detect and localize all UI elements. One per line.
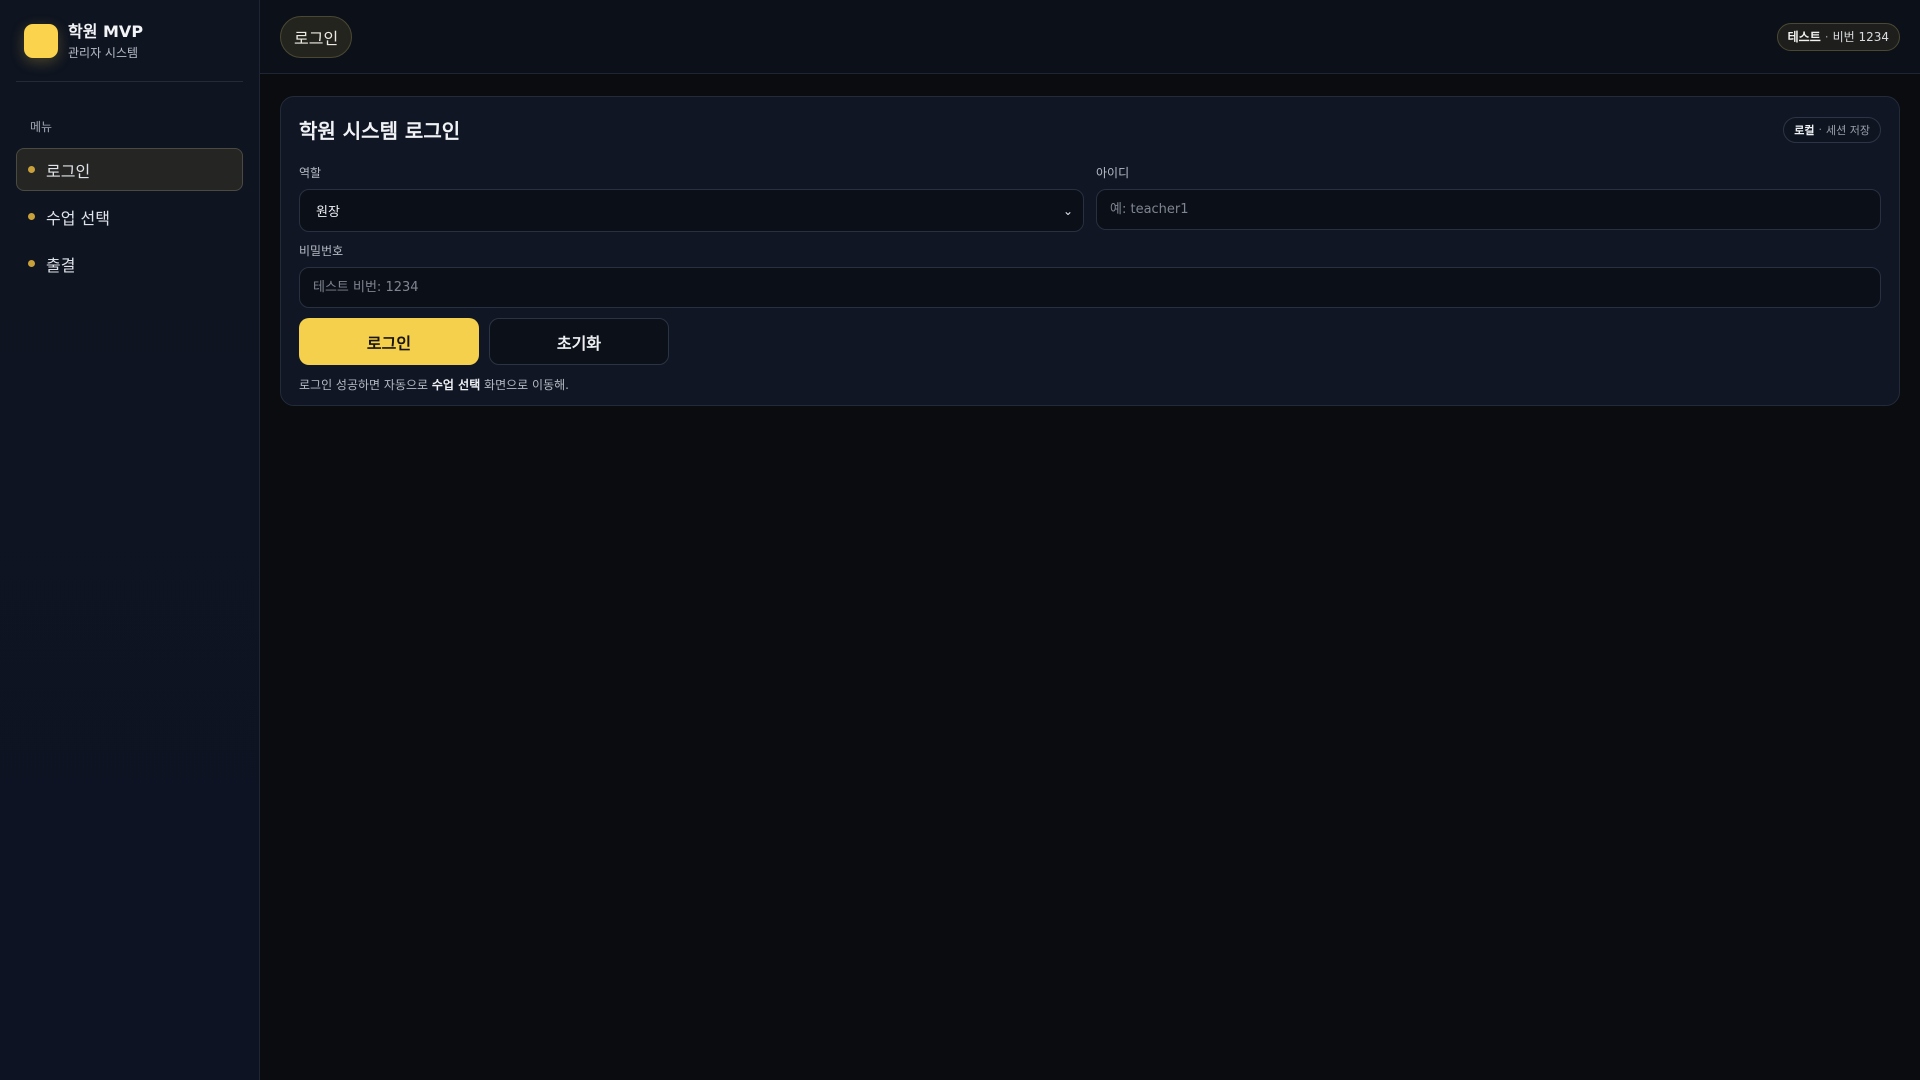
- sidebar-item-attendance[interactable]: 출결: [16, 242, 243, 285]
- card-header: 학원 시스템 로그인 로컬 · 세션 저장: [299, 115, 1881, 144]
- hint-after: 화면으로 이동해.: [480, 378, 569, 392]
- sidebar: 학원 MVP 관리자 시스템 메뉴 로그인 수업 선택 출결: [0, 0, 260, 1080]
- chevron-down-icon: ⌄: [1062, 203, 1073, 218]
- sidebar-item-label: 로그인: [46, 161, 91, 181]
- session-badge: 로컬 · 세션 저장: [1783, 116, 1881, 143]
- brand: 학원 MVP 관리자 시스템: [16, 0, 243, 82]
- brand-subtitle: 관리자 시스템: [68, 45, 139, 60]
- content: 학원 시스템 로그인 로컬 · 세션 저장 역할 원장 ⌄ 아이디 예: tea…: [260, 74, 1920, 428]
- reset-button[interactable]: 초기화: [489, 318, 669, 365]
- test-badge-strong: 테스트: [1787, 30, 1821, 44]
- password-field: 비밀번호: [299, 242, 1881, 308]
- session-badge-text: 세션 저장: [1826, 123, 1870, 137]
- page-title: 학원 시스템 로그인: [299, 119, 461, 143]
- role-select-value: 원장: [316, 205, 340, 220]
- login-button[interactable]: 로그인: [299, 318, 479, 365]
- brand-logo-icon: [24, 23, 58, 58]
- hint-strong: 수업 선택: [431, 378, 481, 392]
- bullet-dot-icon: [28, 213, 35, 220]
- bullet-dot-icon: [28, 166, 35, 173]
- id-field: 아이디: [1096, 164, 1881, 232]
- topbar: 로그인 테스트 · 비번 1234: [260, 0, 1920, 74]
- breadcrumb: 로그인: [280, 15, 353, 58]
- test-badge-separator: ·: [1824, 29, 1829, 44]
- session-badge-strong: 로컬: [1794, 123, 1815, 137]
- id-input[interactable]: [1096, 189, 1881, 230]
- sidebar-item-label: 출결: [46, 255, 76, 275]
- bullet-dot-icon: [28, 260, 35, 267]
- login-card: 학원 시스템 로그인 로컬 · 세션 저장 역할 원장 ⌄ 아이디 예: tea…: [280, 96, 1900, 406]
- role-id-row: 역할 원장 ⌄ 아이디: [299, 164, 1881, 232]
- id-label: 아이디: [1096, 166, 1130, 180]
- brand-text: 학원 MVP 관리자 시스템: [68, 22, 143, 60]
- sidebar-item-label: 수업 선택: [46, 208, 110, 228]
- main-area: 로그인 테스트 · 비번 1234 학원 시스템 로그인 로컬 · 세션 저장: [260, 0, 1920, 1080]
- app-root: 학원 MVP 관리자 시스템 메뉴 로그인 수업 선택 출결 로그인 테스트 ·…: [0, 0, 1920, 1080]
- sidebar-item-login[interactable]: 로그인: [16, 148, 243, 191]
- role-select[interactable]: 원장 ⌄: [299, 189, 1084, 232]
- form-actions: 로그인 초기화: [299, 318, 1881, 365]
- brand-title: 학원 MVP: [68, 21, 144, 41]
- menu-section-label: 메뉴: [30, 120, 53, 134]
- session-badge-separator: ·: [1818, 123, 1823, 136]
- login-hint: 로그인 성공하면 자동으로 수업 선택 화면으로 이동해.: [299, 376, 1881, 393]
- test-badge-text: 비번 1234: [1832, 30, 1889, 44]
- password-input[interactable]: [299, 267, 1881, 308]
- role-field: 역할 원장 ⌄: [299, 164, 1084, 232]
- hint-before: 로그인 성공하면 자동으로: [299, 378, 432, 392]
- sidebar-item-class-select[interactable]: 수업 선택: [16, 195, 243, 238]
- test-credentials-badge: 테스트 · 비번 1234: [1776, 22, 1900, 51]
- role-label: 역할: [299, 166, 322, 180]
- password-label: 비밀번호: [299, 244, 344, 258]
